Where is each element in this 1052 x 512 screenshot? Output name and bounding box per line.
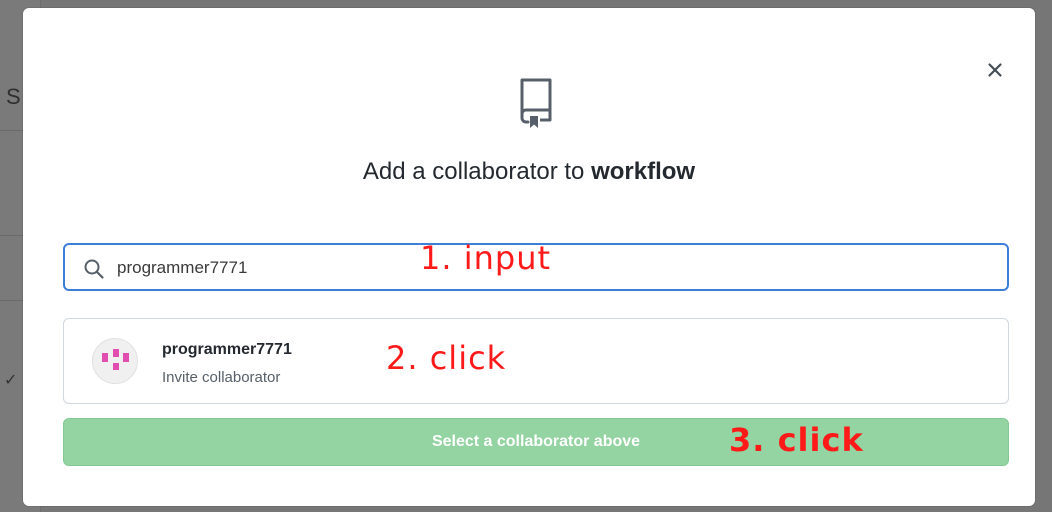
- search-input[interactable]: [115, 253, 719, 283]
- search-field[interactable]: 1. input: [63, 239, 1009, 291]
- repo-icon: [520, 78, 552, 128]
- add-collaborator-dialog: Add a collaborator to workflow 1. input …: [23, 8, 1035, 506]
- annotation-step-3: 3. click: [729, 421, 864, 459]
- close-button[interactable]: [983, 58, 1007, 82]
- result-username: programmer7771: [162, 341, 292, 358]
- search-icon: [84, 259, 104, 279]
- search-result-user[interactable]: programmer7771 Invite collaborator 2. cl…: [63, 318, 1009, 404]
- close-icon: [988, 63, 1002, 77]
- repo-name: workflow: [591, 158, 696, 185]
- dialog-title: Add a collaborator to workflow: [23, 158, 1035, 186]
- annotation-step-2: 2. click: [386, 339, 507, 377]
- dialog-title-prefix: Add a collaborator to: [362, 158, 585, 185]
- annotation-step-1: 1. input: [420, 239, 552, 277]
- select-collaborator-button[interactable]: Select a collaborator above 3. click: [63, 418, 1009, 466]
- avatar: [92, 338, 138, 384]
- result-subtitle: Invite collaborator: [162, 369, 281, 386]
- background-chevron-icon: ✓: [4, 372, 18, 389]
- select-collaborator-button-label: Select a collaborator above: [431, 433, 641, 450]
- background-text: S: [6, 84, 21, 109]
